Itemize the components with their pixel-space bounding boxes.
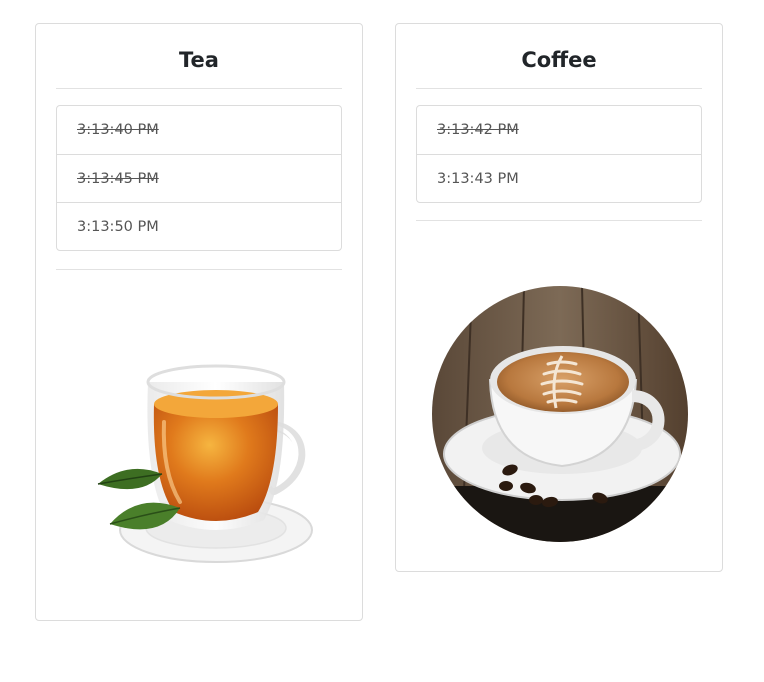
divider [416, 220, 702, 221]
tea-cup-image [97, 364, 313, 563]
divider [416, 88, 702, 89]
coffee-list-item[interactable]: 3:13:43 PM [417, 154, 701, 202]
coffee-list-item[interactable]: 3:13:42 PM [417, 106, 701, 154]
tea-list-item[interactable]: 3:13:50 PM [57, 202, 341, 250]
coffee-title: Coffee [521, 48, 597, 72]
tea-time-list: 3:13:40 PM 3:13:45 PM 3:13:50 PM [56, 105, 342, 251]
divider [56, 88, 342, 89]
tea-list-item[interactable]: 3:13:40 PM [57, 106, 341, 154]
tea-card: Tea 3:13:40 PM 3:13:45 PM 3:13:50 PM [35, 23, 363, 621]
coffee-card: Coffee 3:13:42 PM 3:13:43 PM [395, 23, 723, 572]
tea-list-item[interactable]: 3:13:45 PM [57, 154, 341, 202]
coffee-time-list: 3:13:42 PM 3:13:43 PM [416, 105, 702, 203]
coffee-cup-image [432, 286, 688, 542]
divider [56, 269, 342, 270]
tea-title: Tea [179, 48, 219, 72]
